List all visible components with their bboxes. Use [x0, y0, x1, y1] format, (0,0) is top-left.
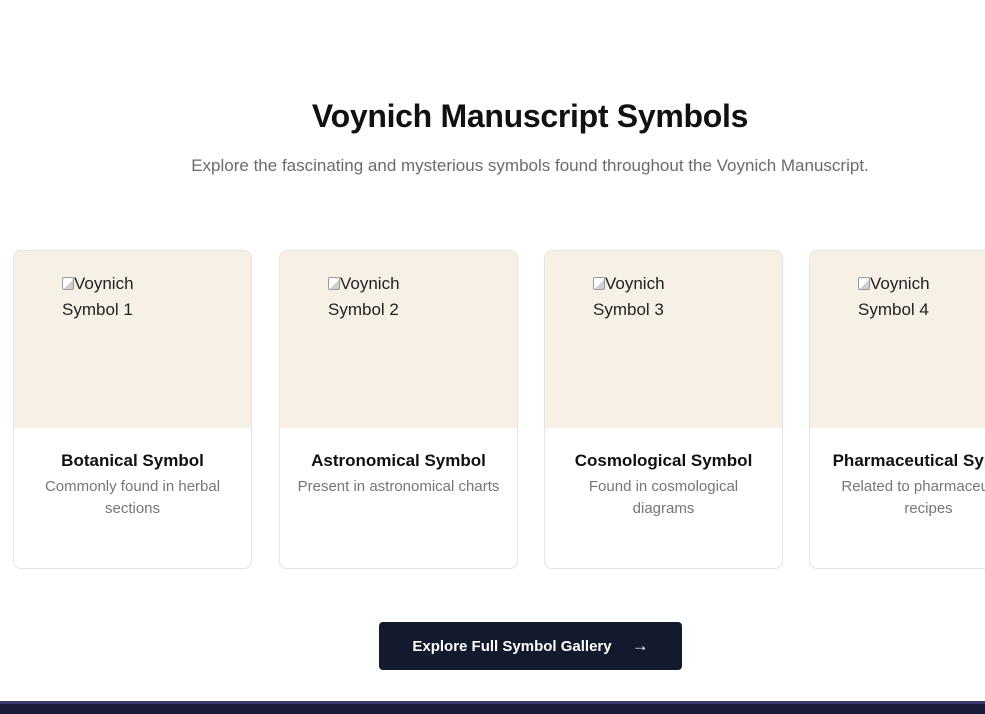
- symbol-description: Found in cosmological diagrams: [588, 478, 739, 517]
- symbol-image: Voynich Symbol 4: [810, 251, 985, 428]
- broken-image-icon: [62, 277, 74, 290]
- broken-image-icon: [858, 277, 870, 290]
- symbol-description: Commonly found in herbal sections: [44, 478, 221, 517]
- symbol-card-pharmaceutical[interactable]: Voynich Symbol 4 Pharmaceutical Symbol R…: [809, 250, 985, 569]
- symbol-card-botanical[interactable]: Voynich Symbol 1 Botanical Symbol Common…: [13, 250, 252, 569]
- symbol-image: Voynich Symbol 1: [14, 251, 251, 428]
- symbol-name: Botanical Symbol: [61, 451, 204, 470]
- symbol-image: Voynich Symbol 3: [545, 251, 782, 428]
- broken-image-icon: [328, 277, 340, 290]
- symbol-name: Astronomical Symbol: [311, 451, 486, 470]
- footer-bar: [0, 701, 985, 714]
- symbol-name: Pharmaceutical Symbol: [832, 451, 985, 470]
- explore-gallery-label: Explore Full Symbol Gallery: [412, 637, 612, 655]
- symbol-card-cosmological[interactable]: Voynich Symbol 3 Cosmological Symbol Fou…: [544, 250, 783, 569]
- symbol-card-astronomical[interactable]: Voynich Symbol 2 Astronomical Symbol Pre…: [279, 250, 518, 569]
- section-subtitle: Explore the fascinating and mysterious s…: [191, 156, 869, 175]
- symbols-section: Voynich Manuscript Symbols Explore the f…: [0, 0, 985, 714]
- symbol-image: Voynich Symbol 2: [280, 251, 517, 428]
- section-title: Voynich Manuscript Symbols: [311, 98, 749, 134]
- arrow-right-icon: →: [631, 636, 649, 655]
- symbol-name: Cosmological Symbol: [574, 451, 753, 470]
- symbol-cards: Voynich Symbol 1 Botanical Symbol Common…: [0, 250, 985, 570]
- broken-image-icon: [593, 277, 605, 290]
- explore-gallery-button[interactable]: Explore Full Symbol Gallery →: [379, 622, 682, 670]
- symbol-description: Present in astronomical charts: [297, 478, 500, 495]
- symbol-description: Related to pharmaceutical recipes: [841, 478, 985, 517]
